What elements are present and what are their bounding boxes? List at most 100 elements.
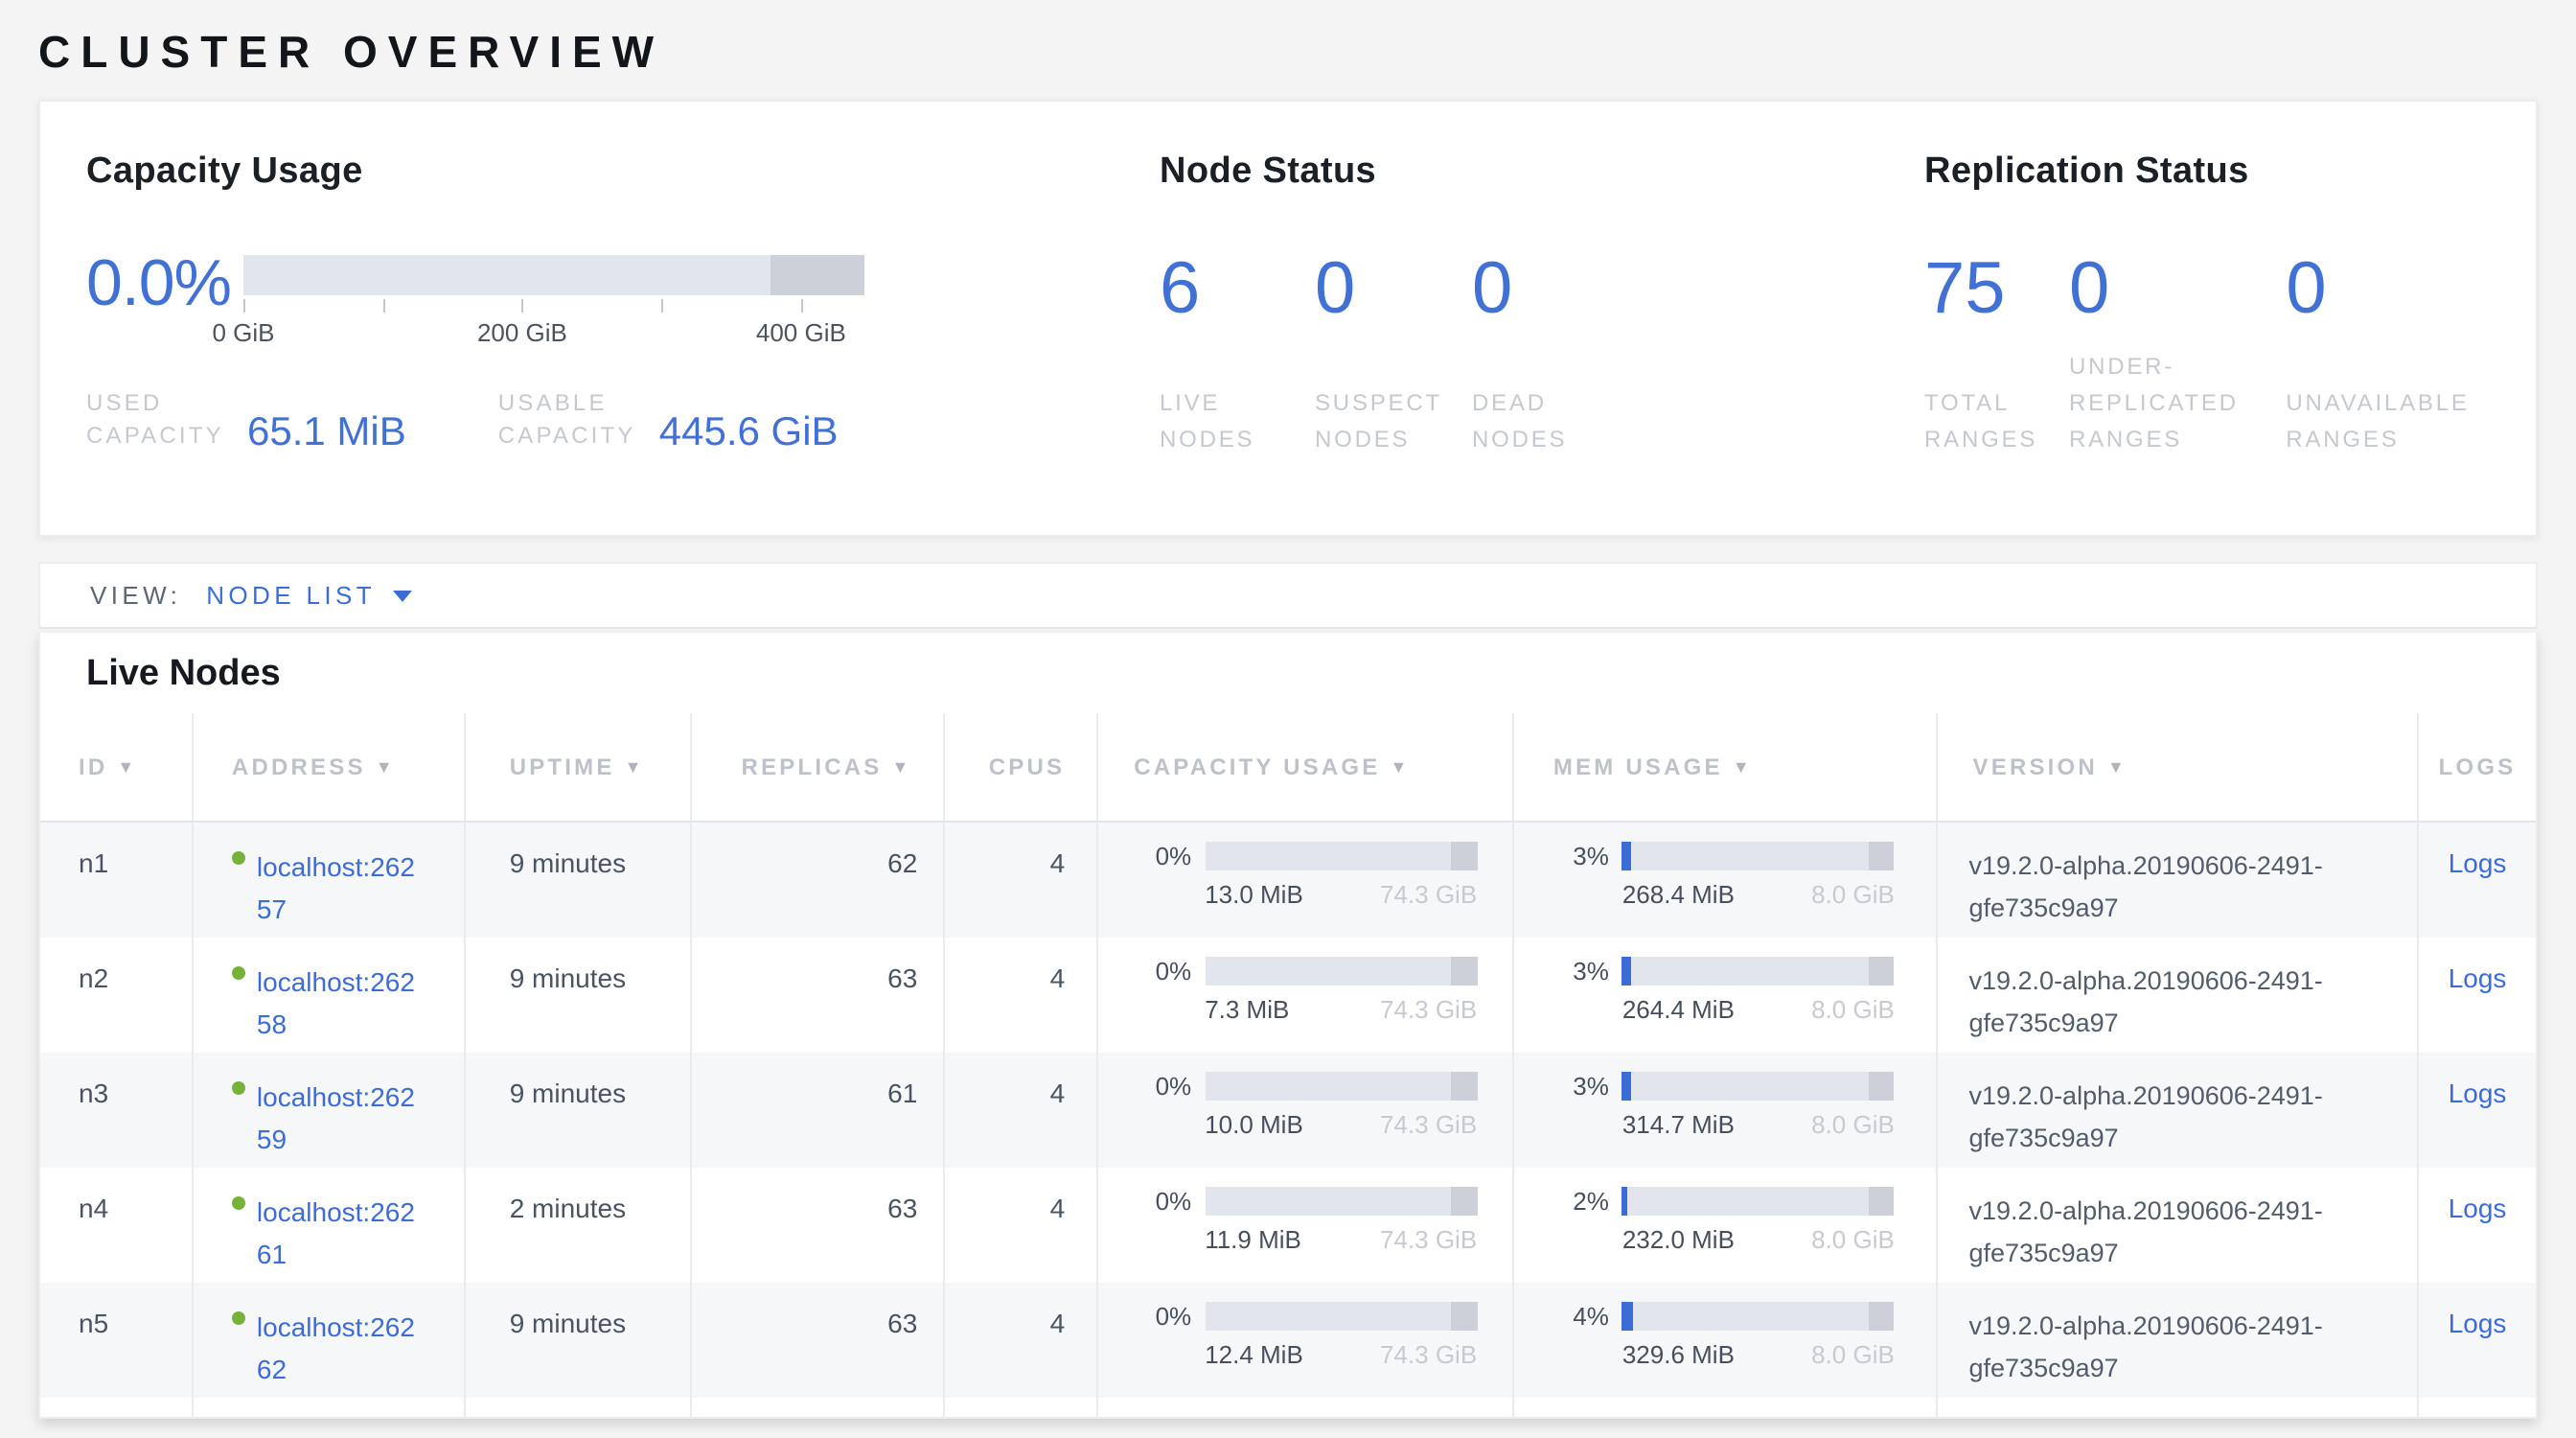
node-live-dot-icon <box>232 966 245 980</box>
under-replicated-ranges-stat: 0 UNDER-REPLICATED RANGES <box>2069 251 2286 458</box>
cpus-cell: 4 <box>942 1168 1095 1283</box>
logs-cell: Logs <box>2417 1053 2536 1168</box>
sort-arrow-icon: ▼ <box>2107 757 2128 777</box>
sort-arrow-icon: ▼ <box>376 757 396 777</box>
mem-usage-cell: 4% 329.6 MiB8.0 GiB <box>1513 1283 1937 1398</box>
table-row-clipped <box>40 1398 2536 1419</box>
capacity-gauge: 0 GiB 200 GiB 400 GiB <box>243 255 864 349</box>
node-address-link[interactable]: localhost:26262 <box>257 1306 422 1390</box>
mem-used-value: 314.7 MiB <box>1622 1110 1735 1139</box>
mem-bar-used <box>1622 1187 1628 1216</box>
node-address-link[interactable]: localhost:26259 <box>257 1076 422 1160</box>
capacity-bar <box>1205 1302 1477 1331</box>
logs-link[interactable]: Logs <box>2449 1193 2507 1223</box>
view-selector-bar: VIEW: NODE LIST <box>38 562 2538 629</box>
capacity-usage-cell: 0% 13.0 MiB 74.3 GiB <box>1095 823 1513 938</box>
live-nodes-stat: 6 LIVE NODES <box>1160 251 1315 458</box>
node-id-cell: n5 <box>40 1283 192 1398</box>
column-header-address[interactable]: ADDRESS▼ <box>192 713 464 821</box>
mem-usage-cell: 3% 268.4 MiB8.0 GiB <box>1513 823 1937 938</box>
sort-arrow-icon: ▼ <box>1733 757 1753 777</box>
view-dropdown[interactable]: NODE LIST <box>206 581 376 610</box>
capacity-percent: 0% <box>1134 842 1191 870</box>
sort-arrow-icon: ▼ <box>117 757 137 777</box>
column-header-mem-usage[interactable]: MEM USAGE▼ <box>1513 713 1937 821</box>
node-status-section: Node Status 6 LIVE NODES 0 SUSPECT NODES… <box>1160 151 1924 535</box>
usable-capacity-stat: USABLE CAPACITY 445.6 GiB <box>498 387 839 452</box>
capacity-total-value: 74.3 GiB <box>1380 1340 1477 1369</box>
sort-arrow-icon: ▼ <box>625 757 645 777</box>
unavailable-ranges-stat: 0 UNAVAILABLE RANGES <box>2286 251 2499 458</box>
node-address-cell: localhost:26261 <box>192 1168 464 1283</box>
version-cell: v19.2.0-alpha.20190606-2491-gfe735c9a97 <box>1937 1053 2418 1168</box>
uptime-cell: 2 minutes <box>464 1168 690 1283</box>
node-live-dot-icon <box>232 851 245 865</box>
node-address-link[interactable]: localhost:26257 <box>257 846 422 930</box>
mem-total-value: 8.0 GiB <box>1811 1225 1895 1254</box>
mem-bar-used <box>1622 1302 1633 1331</box>
chevron-down-icon[interactable] <box>393 590 412 601</box>
node-address-link[interactable]: localhost:26258 <box>257 961 422 1045</box>
column-header-replicas[interactable]: REPLICAS▼ <box>690 713 943 821</box>
capacity-percent-value: 0.0% <box>86 251 232 316</box>
capacity-total-value: 74.3 GiB <box>1380 880 1477 909</box>
total-ranges-value: 75 <box>1924 251 2069 328</box>
node-id-cell: n1 <box>40 823 192 938</box>
table-row: n1 localhost:26257 9 minutes 62 4 0% 13.… <box>40 823 2536 938</box>
mem-bar <box>1622 1072 1895 1101</box>
cpus-cell: 4 <box>942 1053 1095 1168</box>
column-header-id[interactable]: ID▼ <box>40 713 192 821</box>
mem-used-value: 268.4 MiB <box>1622 880 1735 909</box>
node-id-cell: n2 <box>40 938 192 1053</box>
sort-arrow-icon: ▼ <box>892 757 912 777</box>
dead-nodes-label: DEAD NODES <box>1472 385 1587 458</box>
capacity-used-value: 13.0 MiB <box>1205 880 1303 909</box>
live-nodes-title: Live Nodes <box>40 633 2536 713</box>
capacity-usage-cell: 0% 11.9 MiB74.3 GiB <box>1095 1168 1513 1283</box>
capacity-usage-section: Capacity Usage 0.0% 0 GiB 200 GiB 400 Gi… <box>86 151 1160 535</box>
capacity-used-value: 12.4 MiB <box>1205 1340 1303 1369</box>
mem-bar-used <box>1622 1072 1631 1101</box>
node-address-link[interactable]: localhost:26261 <box>257 1191 422 1275</box>
logs-cell: Logs <box>2417 823 2536 938</box>
logs-link[interactable]: Logs <box>2449 1078 2507 1108</box>
mem-usage-cell: 3% 314.7 MiB8.0 GiB <box>1513 1053 1937 1168</box>
column-header-version[interactable]: VERSION▼ <box>1937 713 2418 821</box>
node-address-cell: localhost:26262 <box>192 1283 464 1398</box>
logs-link[interactable]: Logs <box>2449 963 2507 993</box>
node-live-dot-icon <box>232 1196 245 1210</box>
tick-label-400: 400 GiB <box>756 318 846 347</box>
total-ranges-label: TOTAL RANGES <box>1924 385 2047 458</box>
node-live-dot-icon <box>232 1081 245 1095</box>
mem-bar-reserved <box>1869 842 1894 870</box>
cpus-cell: 4 <box>942 823 1095 938</box>
node-status-title: Node Status <box>1160 151 1924 194</box>
used-capacity-value: 65.1 MiB <box>247 410 406 456</box>
unavailable-ranges-label: UNAVAILABLE RANGES <box>2286 385 2493 458</box>
usable-capacity-label: USABLE CAPACITY <box>498 387 644 452</box>
suspect-nodes-value: 0 <box>1315 251 1472 328</box>
table-row: n3 localhost:26259 9 minutes 61 4 0% 10.… <box>40 1053 2536 1168</box>
capacity-used-value: 10.0 MiB <box>1205 1110 1303 1139</box>
logs-link[interactable]: Logs <box>2449 1308 2507 1338</box>
mem-percent: 4% <box>1552 1302 1609 1331</box>
logs-link[interactable]: Logs <box>2449 847 2507 878</box>
table-row: n5 localhost:26262 9 minutes 63 4 0% 12.… <box>40 1283 2536 1398</box>
capacity-bar <box>1205 1072 1477 1101</box>
tick-label-200: 200 GiB <box>477 318 567 347</box>
column-header-capacity-usage[interactable]: CAPACITY USAGE▼ <box>1095 713 1513 821</box>
capacity-total-value: 74.3 GiB <box>1380 995 1477 1024</box>
capacity-used-value: 11.9 MiB <box>1205 1225 1301 1254</box>
live-nodes-label: LIVE NODES <box>1160 385 1275 458</box>
replicas-cell: 63 <box>690 1168 943 1283</box>
capacity-bar-reserved <box>1452 1302 1477 1331</box>
column-header-uptime[interactable]: UPTIME▼ <box>464 713 690 821</box>
capacity-used-value: 7.3 MiB <box>1205 995 1289 1024</box>
mem-percent: 2% <box>1552 1187 1609 1216</box>
mem-used-value: 329.6 MiB <box>1622 1340 1735 1369</box>
used-capacity-label: USED CAPACITY <box>86 387 232 452</box>
capacity-percent: 0% <box>1134 1072 1191 1101</box>
suspect-nodes-label: SUSPECT NODES <box>1315 385 1453 458</box>
mem-bar-reserved <box>1869 1302 1894 1331</box>
replication-status-title: Replication Status <box>1924 151 2499 194</box>
